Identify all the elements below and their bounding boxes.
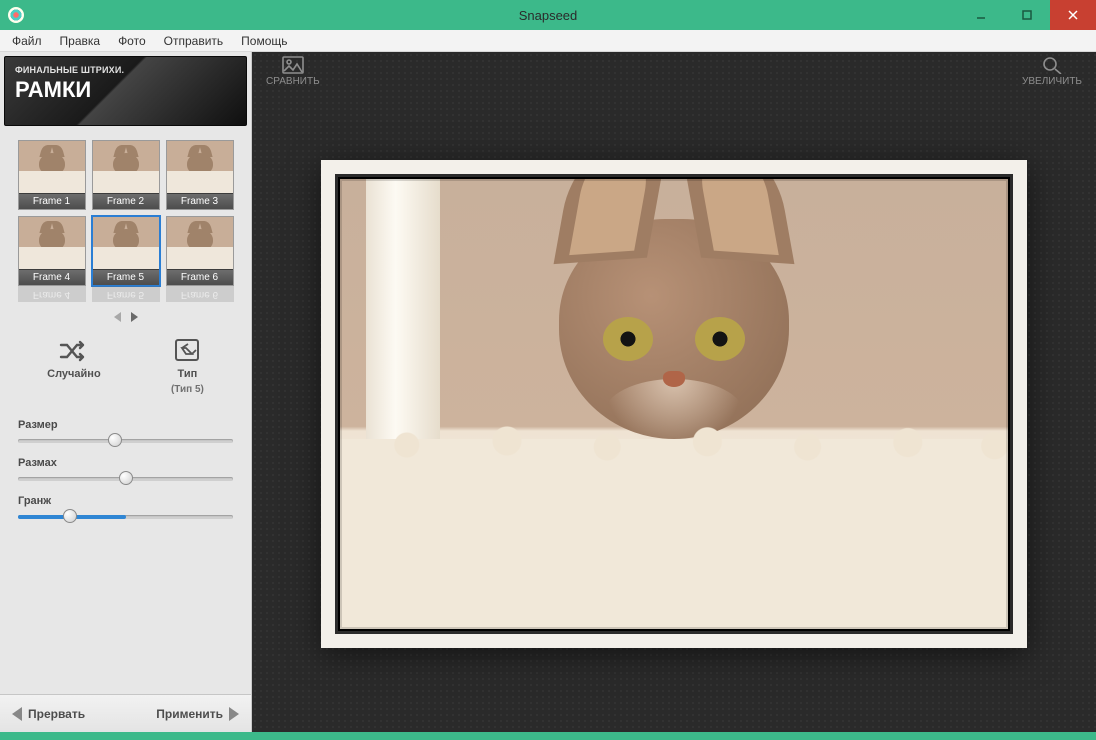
- photo: [340, 179, 1008, 629]
- client-area: ФИНАЛЬНЫЕ ШТРИХИ. РАМКИ Frame 1 Frame 2 …: [0, 52, 1096, 732]
- pager-next-icon[interactable]: [131, 312, 138, 322]
- window-border-bottom: [0, 732, 1096, 740]
- tool-label: Тип: [178, 368, 198, 380]
- frame-label: Frame 4: [19, 269, 85, 285]
- frame-type-icon: [172, 338, 202, 364]
- picture-icon: [282, 56, 304, 74]
- pager-prev-icon[interactable]: [114, 312, 121, 322]
- chevron-left-icon: [12, 707, 22, 721]
- canvas-area: СРАВНИТЬ УВЕЛИЧИТЬ: [252, 52, 1096, 732]
- title-bar: Snapseed: [0, 0, 1096, 30]
- sliders: Размер Размах Гранж: [0, 403, 251, 529]
- slider-thumb[interactable]: [108, 433, 122, 447]
- random-button[interactable]: Случайно: [47, 338, 101, 395]
- slider-grunge[interactable]: Гранж: [18, 495, 233, 523]
- frames-panel: Frame 1 Frame 2 Frame 3 Frame 4 Frame 5 …: [0, 130, 251, 322]
- frame-label: Frame 2: [93, 193, 159, 209]
- frame-grid: Frame 1 Frame 2 Frame 3 Frame 4 Frame 5 …: [10, 136, 242, 286]
- menu-edit[interactable]: Правка: [54, 32, 107, 50]
- frame-grid-reflection: Frame 4 Frame 5 Frame 6: [10, 286, 242, 302]
- chevron-right-icon: [229, 707, 239, 721]
- canvas-stage: [252, 96, 1096, 732]
- menu-send[interactable]: Отправить: [158, 32, 230, 50]
- window-buttons: [958, 0, 1096, 30]
- slider-spread[interactable]: Размах: [18, 457, 233, 485]
- canvas-toolbar: СРАВНИТЬ УВЕЛИЧИТЬ: [252, 52, 1096, 96]
- frame-pager: [114, 312, 138, 322]
- magnifier-icon: [1041, 56, 1063, 74]
- frame-thumb-4[interactable]: Frame 4: [18, 216, 86, 286]
- frame-thumb-2[interactable]: Frame 2: [92, 140, 160, 210]
- frame-label: Frame 3: [167, 193, 233, 209]
- photo-border: [335, 174, 1013, 634]
- sidebar: ФИНАЛЬНЫЕ ШТРИХИ. РАМКИ Frame 1 Frame 2 …: [0, 52, 252, 732]
- zoom-button[interactable]: УВЕЛИЧИТЬ: [1022, 56, 1082, 87]
- menu-file[interactable]: Файл: [6, 32, 48, 50]
- slider-thumb[interactable]: [63, 509, 77, 523]
- tool-label: Случайно: [47, 368, 101, 380]
- slider-size[interactable]: Размер: [18, 419, 233, 447]
- close-button[interactable]: [1050, 0, 1096, 30]
- app-icon: [8, 7, 24, 23]
- type-button[interactable]: Тип (Тип 5): [171, 338, 204, 395]
- frame-thumb-1[interactable]: Frame 1: [18, 140, 86, 210]
- compare-button[interactable]: СРАВНИТЬ: [266, 56, 320, 87]
- shuffle-icon: [59, 338, 89, 364]
- menu-photo[interactable]: Фото: [112, 32, 152, 50]
- maximize-button[interactable]: [1004, 0, 1050, 30]
- slider-label: Размах: [18, 457, 233, 469]
- apply-label: Применить: [156, 707, 223, 721]
- zoom-label: УВЕЛИЧИТЬ: [1022, 76, 1082, 87]
- photo-frame[interactable]: [321, 160, 1027, 648]
- cancel-button[interactable]: Прервать: [12, 707, 85, 721]
- sidebar-footer: Прервать Применить: [0, 694, 251, 732]
- apply-button[interactable]: Применить: [156, 707, 239, 721]
- frame-thumb-6[interactable]: Frame 6: [166, 216, 234, 286]
- window-title: Snapseed: [0, 8, 1096, 23]
- tool-sublabel: (Тип 5): [171, 384, 204, 395]
- frame-label: Frame 5: [93, 269, 159, 285]
- slider-thumb[interactable]: [119, 471, 133, 485]
- frame-label: Frame 6: [167, 269, 233, 285]
- sidebar-header: ФИНАЛЬНЫЕ ШТРИХИ. РАМКИ: [4, 56, 247, 126]
- menu-bar: Файл Правка Фото Отправить Помощь: [0, 30, 1096, 52]
- frame-thumb-3[interactable]: Frame 3: [166, 140, 234, 210]
- cancel-label: Прервать: [28, 707, 85, 721]
- compare-label: СРАВНИТЬ: [266, 76, 320, 87]
- slider-label: Размер: [18, 419, 233, 431]
- frame-label: Frame 1: [19, 193, 85, 209]
- menu-help[interactable]: Помощь: [235, 32, 293, 50]
- slider-label: Гранж: [18, 495, 233, 507]
- minimize-button[interactable]: [958, 0, 1004, 30]
- sidebar-title: РАМКИ: [15, 77, 236, 103]
- tool-row: Случайно Тип (Тип 5): [0, 322, 251, 403]
- sidebar-subtitle: ФИНАЛЬНЫЕ ШТРИХИ.: [15, 65, 236, 75]
- frame-thumb-5[interactable]: Frame 5: [92, 216, 160, 286]
